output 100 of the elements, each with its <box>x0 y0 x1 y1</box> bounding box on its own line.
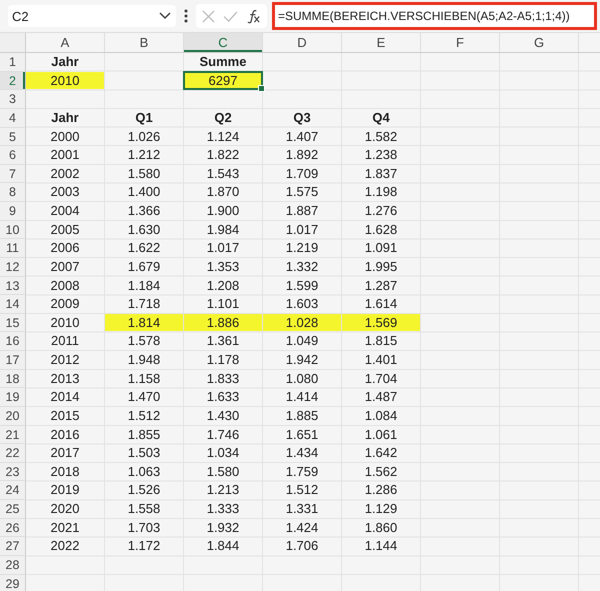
table-cell: 1.028 <box>263 314 341 332</box>
table-cell-text: Summe <box>198 53 248 71</box>
table-cell-text: Q4 <box>371 108 391 126</box>
table-cell-text: 1.651 <box>284 426 320 444</box>
table-cell-text: 1.580 <box>126 164 162 182</box>
table-cell-text: 1.582 <box>364 128 398 146</box>
table-cell-text: 1.026 <box>126 128 162 146</box>
table-cell-text: 1.424 <box>284 518 320 536</box>
row-header[interactable]: 11 <box>0 239 26 258</box>
row-header[interactable]: 28 <box>0 556 26 574</box>
row-header[interactable]: 17 <box>0 351 26 370</box>
table-cell-text: 1.129 <box>364 500 398 518</box>
table-cell-text: 1.932 <box>206 518 240 536</box>
table-cell-text: 1.158 <box>126 370 162 388</box>
table-cell-text: 1.580 <box>206 462 240 480</box>
row-header[interactable]: 16 <box>0 332 26 351</box>
table-cell-text: 1.084 <box>364 406 398 424</box>
row-header[interactable]: 2 <box>0 72 26 90</box>
table-cell-text: Q1 <box>134 108 154 126</box>
row-header[interactable]: 29 <box>0 574 26 591</box>
table-cell-text: 2022 <box>50 537 80 555</box>
table-cell-text: 1.833 <box>206 370 240 388</box>
table-cell-text: 1.885 <box>284 406 320 424</box>
function-icon[interactable] <box>246 8 261 24</box>
table-cell-text: 1.558 <box>126 500 162 518</box>
table-cell-text: 1.503 <box>126 444 162 462</box>
table-cell-text: 1.706 <box>284 537 320 555</box>
table-cell-text: 1.642 <box>364 444 398 462</box>
table-cell-text: 1.361 <box>206 332 240 350</box>
row-header[interactable]: 7 <box>0 164 26 184</box>
row-header[interactable]: 24 <box>0 481 26 500</box>
row-header[interactable]: 19 <box>0 388 26 407</box>
row-header[interactable]: 15 <box>0 314 26 332</box>
table-cell-text: 2014 <box>50 388 80 406</box>
table-cell-text: 1.948 <box>126 351 162 369</box>
row-header[interactable]: 27 <box>0 537 26 556</box>
table-cell-text: 1.017 <box>206 239 240 257</box>
table-cell-text: 1.238 <box>364 146 398 164</box>
table-cell-text: 1.633 <box>206 388 240 406</box>
table-cell-text: 1.887 <box>284 202 320 220</box>
table-cell-text: 1.184 <box>126 276 162 294</box>
table-cell-text: 2009 <box>50 295 80 313</box>
table-cell: 1.886 <box>184 314 262 332</box>
table-cell-text: 1.470 <box>126 388 162 406</box>
table-cell-text: 2021 <box>50 518 80 536</box>
row-header[interactable]: 14 <box>0 295 26 314</box>
check-icon[interactable] <box>223 10 238 22</box>
row-header[interactable]: 13 <box>0 276 26 296</box>
table-cell-text: 2010 <box>50 314 80 332</box>
table-cell-text: 1.709 <box>284 164 320 182</box>
name-box[interactable]: C2 <box>8 5 176 27</box>
table-cell-text: 1.512 <box>284 481 320 499</box>
row-header[interactable]: 4 <box>0 108 26 128</box>
table-cell-text: 1.628 <box>364 220 398 238</box>
table-cell: 2010 <box>26 72 104 90</box>
table-cell-text: 1.815 <box>364 332 398 350</box>
table-cell-text: 1.984 <box>206 220 240 238</box>
row-header[interactable]: 22 <box>0 444 26 463</box>
row-header[interactable]: 12 <box>0 258 26 276</box>
row-header[interactable]: 21 <box>0 426 26 444</box>
row-header[interactable]: 3 <box>0 90 26 109</box>
chevron-icon <box>159 12 171 20</box>
table-cell-text: 1.213 <box>206 481 240 499</box>
table-cell-text: 2007 <box>50 258 80 276</box>
table-cell-text: 1.575 <box>284 183 320 201</box>
row-header[interactable]: 6 <box>0 146 26 165</box>
table-cell-text: 1.622 <box>126 239 162 257</box>
table-cell-text: 2002 <box>50 164 80 182</box>
row-header[interactable]: 8 <box>0 183 26 202</box>
row-header[interactable]: 9 <box>0 202 26 221</box>
table-cell-text: 1.172 <box>126 537 162 555</box>
table-cell-text: 1.049 <box>284 332 320 350</box>
table-cell-text: 1.855 <box>126 426 162 444</box>
table-cell-text: Jahr <box>50 53 80 71</box>
table-cell-text: 1.219 <box>284 239 320 257</box>
table-cell: 1.569 <box>342 314 420 332</box>
table-cell-text: Jahr <box>50 108 80 126</box>
row-header[interactable]: 5 <box>0 128 26 146</box>
row-header[interactable]: 26 <box>0 518 26 538</box>
row-header[interactable]: 20 <box>0 406 26 426</box>
table-cell-text: 1.430 <box>206 406 240 424</box>
table-cell: 1.814 <box>105 314 183 332</box>
table-cell-text: 2012 <box>50 351 80 369</box>
more-icon[interactable] <box>184 9 188 23</box>
row-header[interactable]: 10 <box>0 220 26 240</box>
table-cell-text: 1.208 <box>206 276 240 294</box>
row-header[interactable]: 23 <box>0 462 26 482</box>
column-header[interactable]: C <box>184 33 263 52</box>
row-header[interactable]: 18 <box>0 370 26 388</box>
row-header[interactable]: 25 <box>0 500 26 519</box>
table-cell: 6297 <box>184 72 262 90</box>
table-cell-text: 1.333 <box>206 500 240 518</box>
table-cell-text: 1.837 <box>364 164 398 182</box>
formula-field[interactable]: =SUMME(BEREICH.VERSCHIEBEN(A5;A2-A5;1;1;4)) <box>272 2 597 30</box>
table-cell-text: 1.401 <box>364 351 398 369</box>
table-cell-text: 1.017 <box>284 220 320 238</box>
table-cell-text: 1.942 <box>284 351 320 369</box>
row-header[interactable]: 1 <box>0 53 26 72</box>
fill-handle[interactable] <box>258 85 265 92</box>
table-cell-text: 1.630 <box>126 220 162 238</box>
